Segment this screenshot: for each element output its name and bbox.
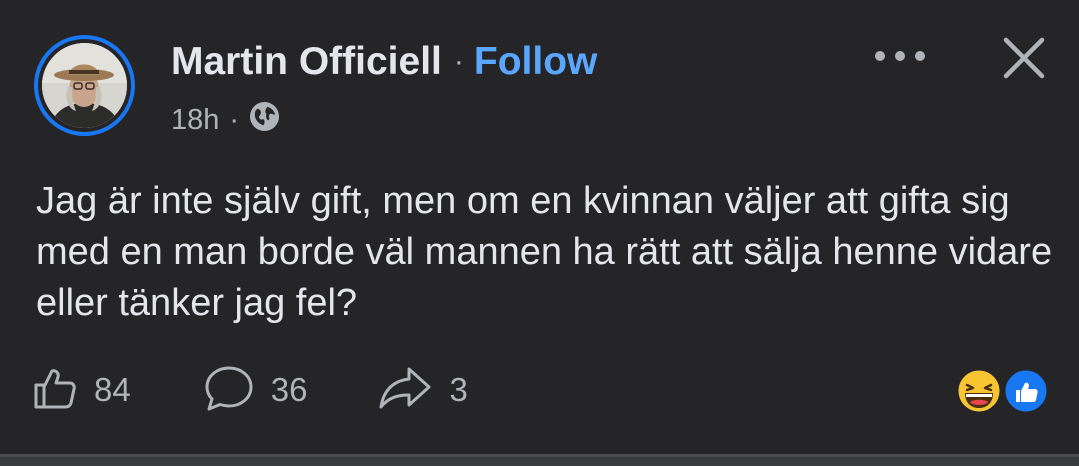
globe-icon [249,101,280,140]
reactions-summary[interactable] [954,366,1050,418]
avatar-image [42,43,127,128]
comment-bubble-icon [203,364,255,417]
more-horizontal-icon [873,49,927,67]
comment-count: 36 [270,371,308,408]
author-name[interactable]: Martin Officiell [171,40,442,84]
thumbs-up-icon [32,365,78,416]
author-avatar[interactable] [34,35,135,136]
more-options-button[interactable] [870,38,930,78]
header-separator: · [453,45,464,78]
close-button[interactable] [994,30,1054,90]
post-card: Martin Officiell · Follow 18h · Jag är i… [0,0,1079,466]
like-button[interactable]: 84 [32,365,131,416]
follow-button[interactable]: Follow [474,40,597,84]
bottom-divider [0,454,1079,466]
share-button[interactable]: 3 [377,365,468,416]
share-count: 3 [449,371,468,408]
post-time[interactable]: 18h [171,104,219,137]
action-bar: 84 36 3 [32,360,468,420]
post-header: Martin Officiell · Follow [171,38,597,86]
laughing-emoji-icon [955,367,1003,415]
divider-edge [0,454,1079,457]
meta-separator: · [229,103,240,136]
post-meta: 18h · [171,100,280,140]
like-reaction-icon [1002,367,1050,415]
close-icon [1000,34,1048,87]
comment-button[interactable]: 36 [203,364,308,417]
share-arrow-icon [377,365,433,416]
post-text: Jag är inte själv gift, men om en kvinna… [36,180,1053,324]
like-count: 84 [94,371,131,408]
